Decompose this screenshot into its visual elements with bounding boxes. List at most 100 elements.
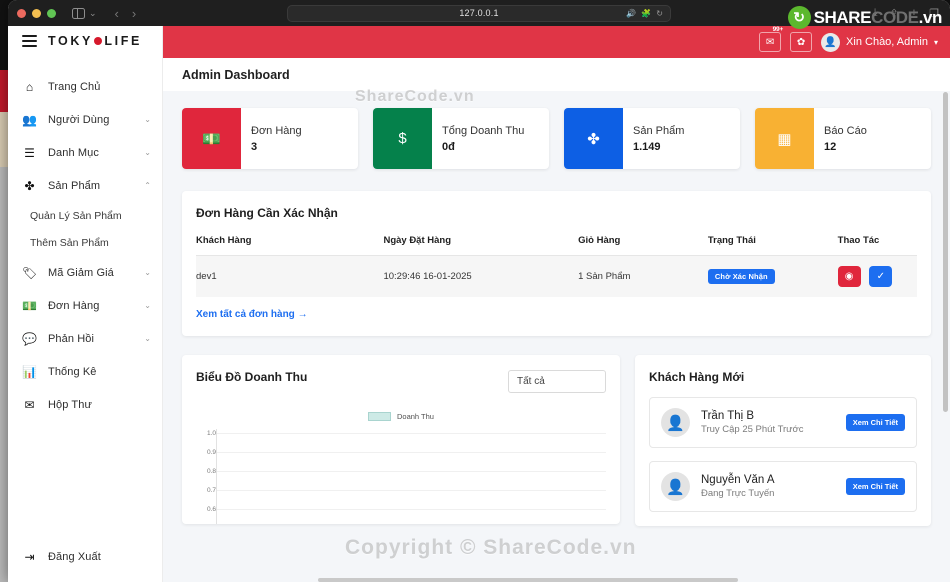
stat-card-don-hang[interactable]: 💵 Đơn Hàng 3 bbox=[182, 108, 358, 169]
sidebar-item-label: Người Dùng bbox=[48, 113, 110, 126]
dollar-icon: $ bbox=[373, 108, 432, 169]
sidebar-item-dang-xuat[interactable]: ⇥ Đăng Xuất bbox=[8, 540, 162, 573]
list-item[interactable]: 👤 Nguyễn Văn A Đang Trực Tuyến Xem Chi T… bbox=[649, 461, 917, 512]
gridline bbox=[217, 471, 606, 472]
chart-filter-select[interactable]: Tất cả bbox=[508, 370, 606, 393]
stat-label: Tổng Doanh Thu bbox=[442, 124, 525, 137]
user-greeting: Xin Chào, Admin bbox=[846, 36, 928, 48]
sidebar-item-phan-hoi[interactable]: 💬 Phản Hồi ⌄ bbox=[8, 322, 162, 355]
sound-icon[interactable]: 🔊 bbox=[626, 9, 636, 18]
address-bar[interactable]: 127.0.0.1 🔊 🧩 ↻ bbox=[287, 4, 671, 22]
confirm-order-button[interactable]: ✓ bbox=[869, 266, 893, 287]
share-icon[interactable]: ⇪ bbox=[889, 7, 898, 20]
list-item[interactable]: 👤 Trần Thị B Truy Cập 25 Phút Trước Xem … bbox=[649, 397, 917, 448]
minimize-window-button[interactable] bbox=[32, 8, 41, 18]
col-gio-hang: Giỏ Hàng bbox=[578, 235, 708, 256]
customer-name: Trần Thị B bbox=[701, 410, 755, 422]
tag-icon: 🏷 bbox=[21, 265, 38, 280]
stat-card-san-pham[interactable]: ✤ Sản Phẩm 1.149 bbox=[564, 108, 740, 169]
sidebar-item-hop-thu[interactable]: ✉ Hộp Thư bbox=[8, 388, 162, 421]
reload-icon[interactable]: ↻ bbox=[656, 9, 663, 18]
horizontal-scrollbar[interactable] bbox=[318, 578, 738, 582]
main-column: ✉ 99+ ✿ 👤 Xin Chào, Admin ▾ Admin Dashbo… bbox=[163, 26, 950, 582]
menu-icon[interactable] bbox=[22, 35, 37, 47]
sidebar-subitem-them-san-pham[interactable]: Thêm Sản Phẩm bbox=[8, 229, 162, 256]
chart-plot-area: 1.0 0.9 0.8 0.7 0.6 bbox=[196, 429, 606, 524]
settings-button[interactable]: ✿ bbox=[790, 32, 813, 52]
gridline bbox=[217, 509, 606, 510]
sidebar-item-don-hang[interactable]: 💵 Đơn Hàng ⌄ bbox=[8, 289, 162, 322]
col-thao-tac: Thao Tác bbox=[837, 235, 917, 256]
page-header: Admin Dashboard bbox=[163, 58, 950, 91]
brand-name-right: LIFE bbox=[104, 34, 142, 48]
customers-panel-title: Khách Hàng Mới bbox=[649, 370, 745, 384]
orders-panel: Đơn Hàng Cần Xác Nhận Khách Hàng Ngày Đặ… bbox=[182, 191, 931, 336]
stat-label: Đơn Hàng bbox=[251, 124, 302, 137]
messages-badge: 99+ bbox=[772, 26, 784, 33]
users-icon: 👥 bbox=[22, 112, 37, 127]
view-customer-button[interactable]: Xem Chi Tiết bbox=[845, 414, 905, 431]
sidebar-subitem-quan-ly-san-pham[interactable]: Quản Lý Sản Phẩm bbox=[8, 202, 162, 229]
sidebar-item-ma-giam-gia[interactable]: 🏷 Mã Giảm Giá ⌄ bbox=[8, 256, 162, 289]
view-all-orders-link[interactable]: Xem tất cả đơn hàng → bbox=[196, 309, 308, 320]
bottom-row: Biểu Đồ Doanh Thu Tất cả Doanh Thu 1.0 0… bbox=[182, 355, 931, 526]
messages-button[interactable]: ✉ 99+ bbox=[759, 26, 783, 52]
chevron-down-icon[interactable]: ⌄ bbox=[89, 8, 97, 19]
sidebar-item-label: Đơn Hàng bbox=[48, 299, 100, 312]
orders-panel-title: Đơn Hàng Cần Xác Nhận bbox=[196, 206, 338, 220]
chevron-down-icon: ⌄ bbox=[144, 115, 151, 124]
gridline bbox=[217, 433, 606, 434]
sidebar-item-san-pham[interactable]: ✤ Sản Phẩm ⌃ bbox=[8, 169, 162, 202]
content-scroll-area[interactable]: Admin Dashboard 💵 Đơn Hàng 3 $ Tổng Doan… bbox=[163, 58, 950, 582]
maximize-window-button[interactable] bbox=[47, 8, 56, 18]
logout-icon: ⇥ bbox=[24, 549, 35, 564]
chart-legend: Doanh Thu bbox=[196, 412, 606, 421]
sidebar-item-thong-ke[interactable]: 📊 Thống Kê bbox=[8, 355, 162, 388]
back-icon[interactable]: ‹ bbox=[115, 6, 119, 21]
close-window-button[interactable] bbox=[17, 8, 26, 18]
stat-value: 3 bbox=[251, 141, 258, 154]
sidebar-item-nguoi-dung[interactable]: 👥 Người Dùng ⌄ bbox=[8, 103, 162, 136]
calendar-icon: ▦ bbox=[755, 108, 814, 169]
sidebar-item-label: Mã Giảm Giá bbox=[48, 266, 114, 279]
chevron-down-icon: ⌄ bbox=[144, 301, 151, 310]
stats-row: 💵 Đơn Hàng 3 $ Tổng Doanh Thu 0đ ✤ Sản P… bbox=[182, 108, 931, 169]
product-icon: ✤ bbox=[564, 108, 623, 169]
sidebar-item-label: Hộp Thư bbox=[48, 398, 92, 411]
cell-customer: dev1 bbox=[196, 255, 384, 297]
app-page: TOKY LIFE ⌂ Trang Chủ 👥 Người Dùng ⌄ ☰ D… bbox=[8, 26, 950, 582]
user-menu[interactable]: 👤 Xin Chào, Admin ▾ bbox=[821, 32, 938, 52]
col-ngay-dat-hang: Ngày Đặt Hàng bbox=[383, 235, 579, 256]
layers-icon: ☰ bbox=[24, 145, 35, 160]
stat-card-tong-doanh-thu[interactable]: $ Tổng Doanh Thu 0đ bbox=[373, 108, 549, 169]
forward-icon[interactable]: › bbox=[132, 6, 136, 21]
chevron-down-icon: ⌄ bbox=[144, 334, 151, 343]
window-controls[interactable] bbox=[17, 8, 56, 18]
brand-logo[interactable]: TOKY LIFE bbox=[48, 34, 142, 48]
chevron-down-icon: ⌄ bbox=[144, 268, 151, 277]
sidebar-item-danh-muc[interactable]: ☰ Danh Mục ⌄ bbox=[8, 136, 162, 169]
extension-icon[interactable]: 🧩 bbox=[641, 9, 651, 18]
address-bar-actions: 🔊 🧩 ↻ bbox=[626, 9, 663, 18]
brand-name-left: TOKY bbox=[48, 34, 93, 48]
new-tab-icon[interactable]: + bbox=[911, 7, 917, 19]
browser-window: ⌄ ‹ › 127.0.0.1 🔊 🧩 ↻ ⤓ ⇪ + ❐ TOKY LIFE … bbox=[8, 0, 950, 582]
stat-card-bao-cao[interactable]: ▦ Báo Cáo 12 bbox=[755, 108, 931, 169]
download-icon[interactable]: ⤓ bbox=[873, 7, 878, 20]
sidebar-item-trang-chu[interactable]: ⌂ Trang Chủ bbox=[8, 70, 162, 103]
customer-info: Trần Thị B Truy Cập 25 Phút Trước bbox=[701, 410, 835, 435]
y-tick: 0.6 bbox=[206, 506, 216, 513]
vertical-scrollbar[interactable] bbox=[943, 92, 948, 412]
sidebar-toggle-icon[interactable] bbox=[72, 7, 85, 19]
orders-table-head: Khách Hàng Ngày Đặt Hàng Giỏ Hàng Trạng … bbox=[196, 235, 917, 256]
view-order-button[interactable]: ◉ bbox=[837, 266, 861, 287]
legend-swatch-doanh-thu bbox=[368, 412, 391, 421]
money-icon: 💵 bbox=[182, 108, 241, 169]
chevron-down-icon: ⌄ bbox=[144, 148, 151, 157]
tab-overview-icon[interactable]: ❐ bbox=[929, 7, 939, 20]
sidebar-item-label: Sản Phẩm bbox=[48, 179, 101, 192]
chart-filter-value: Tất cả bbox=[517, 376, 545, 387]
stat-body: Báo Cáo 12 bbox=[814, 108, 877, 169]
view-customer-button[interactable]: Xem Chi Tiết bbox=[845, 478, 905, 495]
table-row[interactable]: dev1 10:29:46 16-01-2025 1 Sản Phẩm Chờ … bbox=[196, 255, 917, 297]
